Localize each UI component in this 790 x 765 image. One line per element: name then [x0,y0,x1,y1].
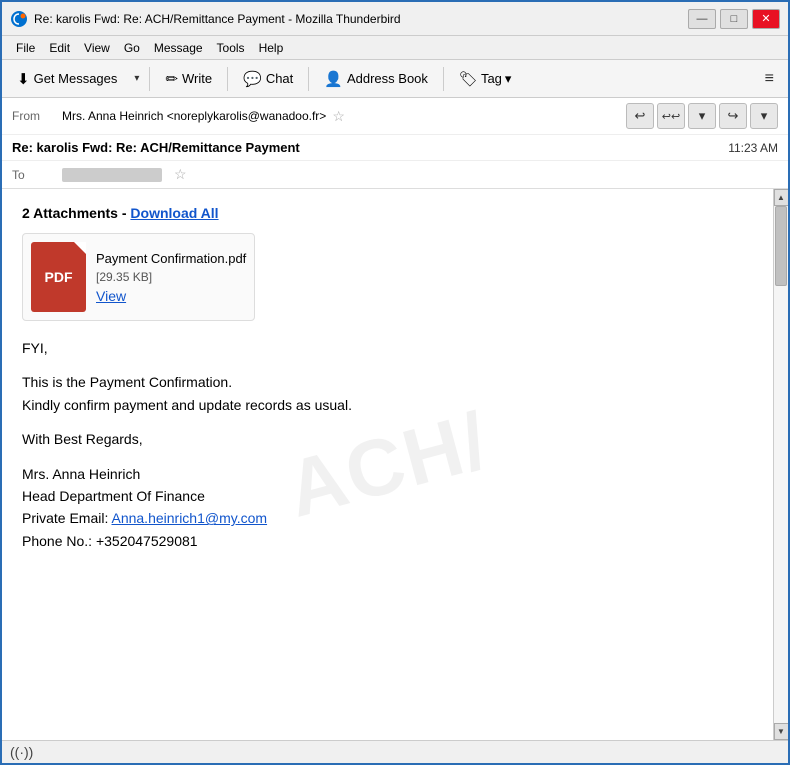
get-messages-dropdown[interactable]: ▾ [130,68,143,89]
chat-icon: 💬 [243,70,262,88]
address-book-icon: 👤 [324,70,343,88]
toolbar-separator-2 [227,67,228,91]
email-header: From Mrs. Anna Heinrich <noreplykarolis@… [2,98,788,189]
scroll-thumb[interactable] [775,206,787,286]
attachment-box: PDF Payment Confirmation.pdf [29.35 KB] … [22,233,255,321]
get-messages-button[interactable]: ⬇ Get Messages [8,65,126,93]
attachment-name: Payment Confirmation.pdf [96,251,246,266]
scroll-down-button[interactable]: ▼ [774,723,789,740]
sender-name: Mrs. Anna Heinrich [22,466,140,482]
scroll-track [774,206,788,723]
status-bar: ((·)) [2,740,788,763]
write-label: Write [182,71,212,86]
forward-button[interactable]: ↪ [719,103,747,129]
time-value: 11:23 AM [728,141,778,155]
body-paragraph: This is the Payment Confirmation. Kindly… [22,371,753,416]
header-down-button[interactable]: ▾ [688,103,716,129]
scroll-up-button[interactable]: ▲ [774,189,789,206]
toolbar-separator-4 [443,67,444,91]
body-content: 2 Attachments - Download All PDF Payment… [22,205,753,552]
write-icon: ✏ [165,70,178,88]
title-bar-left: Re: karolis Fwd: Re: ACH/Remittance Paym… [10,10,401,28]
tag-label: Tag [481,71,502,86]
address-book-button[interactable]: 👤 Address Book [315,65,437,93]
maximize-button[interactable]: □ [720,9,748,29]
private-email-link[interactable]: Anna.heinrich1@my.com [111,510,267,526]
minimize-button[interactable]: — [688,9,716,29]
from-value: Mrs. Anna Heinrich <noreplykarolis@wanad… [62,109,326,123]
to-star-icon[interactable]: ☆ [174,166,187,183]
status-icon: ((·)) [10,744,33,760]
from-label: From [12,109,62,123]
to-value-blurred [62,168,162,182]
attachments-header: 2 Attachments - Download All [22,205,753,221]
menu-edit[interactable]: Edit [43,39,76,57]
body-regards: With Best Regards, [22,428,753,450]
phone-value: +352047529081 [96,533,198,549]
body-line2: Kindly confirm payment and update record… [22,397,352,413]
toolbar-separator-1 [149,67,150,91]
to-row: To ☆ [2,161,788,188]
window-title: Re: karolis Fwd: Re: ACH/Remittance Paym… [34,12,401,26]
email-body: ACH/ 2 Attachments - Download All PDF Pa… [2,189,773,740]
write-button[interactable]: ✏ Write [156,65,221,93]
attachment-size: [29.35 KB] [96,270,246,284]
menu-tools[interactable]: Tools [211,39,251,57]
attachment-view-link[interactable]: View [96,288,246,304]
pdf-icon: PDF [31,242,86,312]
reply-button[interactable]: ↩ [626,103,654,129]
title-bar-controls: — □ ✕ [688,9,780,29]
body-text: FYI, This is the Payment Confirmation. K… [22,337,753,552]
tag-button[interactable]: 🏷 Tag ▾ [450,65,521,93]
thunderbird-icon [10,10,28,28]
reply-all-button[interactable]: ↩↩ [657,103,685,129]
download-all-link[interactable]: Download All [130,205,218,221]
phone-label: Phone No.: [22,533,92,549]
attachments-count: 2 Attachments [22,205,118,221]
hamburger-menu[interactable]: ≡ [757,66,782,92]
body-signature: Mrs. Anna Heinrich Head Department Of Fi… [22,463,753,553]
sender-title: Head Department Of Finance [22,488,205,504]
from-row: From Mrs. Anna Heinrich <noreplykarolis@… [2,98,788,135]
menu-message[interactable]: Message [148,39,209,57]
menu-file[interactable]: File [10,39,41,57]
menu-go[interactable]: Go [118,39,146,57]
subject-value: Re: karolis Fwd: Re: ACH/Remittance Paym… [12,140,300,155]
header-action-buttons: ↩ ↩↩ ▾ ↪ ▾ [626,103,778,129]
header-more-button[interactable]: ▾ [750,103,778,129]
close-button[interactable]: ✕ [752,9,780,29]
subject-row: Re: karolis Fwd: Re: ACH/Remittance Paym… [2,135,788,161]
main-window: Re: karolis Fwd: Re: ACH/Remittance Paym… [0,0,790,765]
tag-dropdown-arrow: ▾ [505,71,512,87]
address-book-label: Address Book [347,71,428,86]
title-bar: Re: karolis Fwd: Re: ACH/Remittance Paym… [2,2,788,36]
email-body-container: ACH/ 2 Attachments - Download All PDF Pa… [2,189,788,740]
to-label: To [12,168,62,182]
from-star-icon[interactable]: ☆ [332,108,345,125]
private-email-label: Private Email: [22,510,108,526]
menu-help[interactable]: Help [253,39,290,57]
scrollbar[interactable]: ▲ ▼ [773,189,788,740]
body-greeting: FYI, [22,337,753,359]
chat-label: Chat [266,71,293,86]
body-line1: This is the Payment Confirmation. [22,374,232,390]
chat-button[interactable]: 💬 Chat [234,65,302,93]
get-messages-label: Get Messages [34,71,118,86]
toolbar-separator-3 [308,67,309,91]
get-messages-icon: ⬇ [17,70,30,88]
attachment-info: Payment Confirmation.pdf [29.35 KB] View [96,251,246,304]
menu-bar: File Edit View Go Message Tools Help [2,36,788,60]
toolbar: ⬇ Get Messages ▾ ✏ Write 💬 Chat 👤 Addres… [2,60,788,98]
pdf-label: PDF [45,269,73,285]
menu-view[interactable]: View [78,39,116,57]
tag-icon: 🏷 [459,70,478,88]
